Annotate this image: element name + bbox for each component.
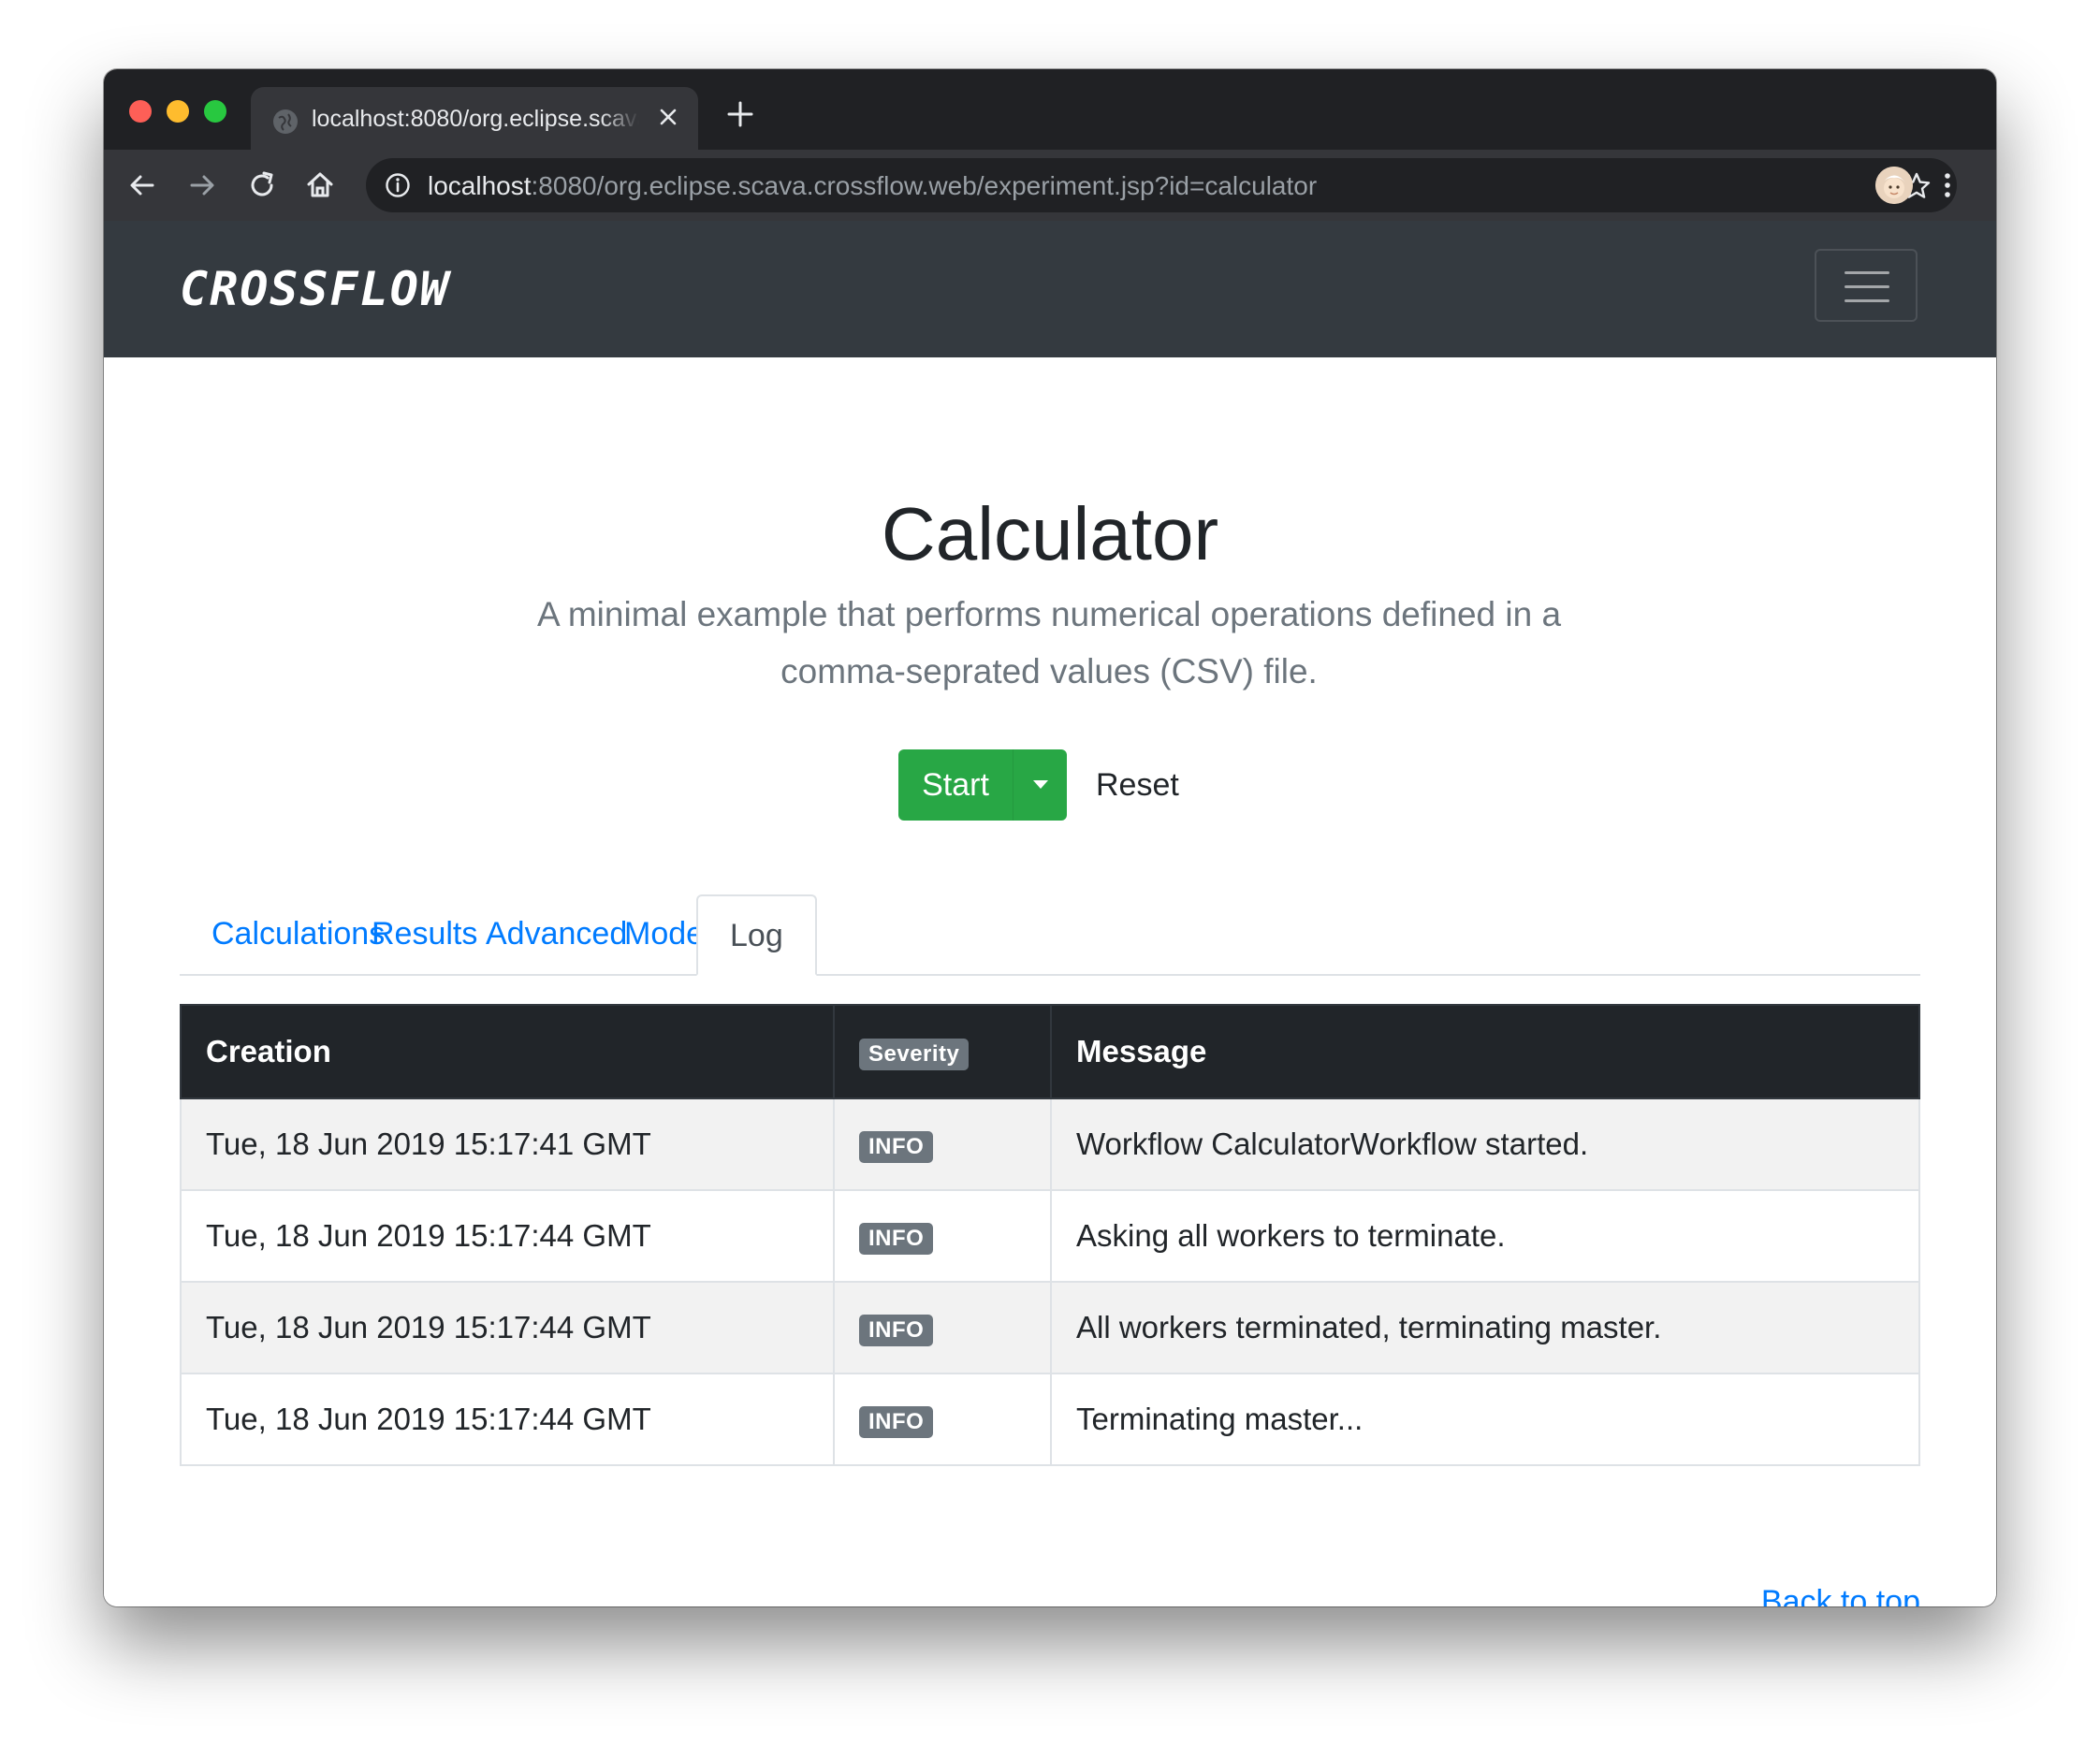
url-path: :8080/org.eclipse.scava.crossflow.web/ex…	[531, 171, 1318, 200]
cell-message: Terminating master...	[1050, 1373, 1920, 1466]
column-header-message: Message	[1050, 1004, 1920, 1099]
back-to-top-link[interactable]: Back to top	[1695, 1584, 1920, 1606]
subtitle-line-1: A minimal example that performs numerica…	[536, 595, 1562, 633]
window-minimize-button[interactable]	[167, 100, 189, 123]
tab-log[interactable]: Log	[696, 894, 817, 976]
cell-creation: Tue, 18 Jun 2019 15:17:44 GMT	[180, 1281, 835, 1374]
severity-header-badge: Severity	[859, 1039, 970, 1070]
globe-icon	[273, 109, 298, 134]
brand-logo[interactable]: CROSSFLOW	[180, 264, 450, 314]
status-badge: INFO	[859, 1223, 934, 1255]
screenshot-stage: localhost:8080/org.eclipse.scava.crossfl…	[0, 0, 2100, 1744]
hamburger-icon[interactable]	[1815, 249, 1918, 322]
experiment-tabs: Calculations Results Advanced Model Log	[180, 894, 1920, 976]
tab-title: localhost:8080/org.eclipse.scava.crossfl…	[312, 106, 639, 132]
table-header-row: Creation Severity Message	[180, 1004, 1920, 1099]
table-row: Tue, 18 Jun 2019 15:17:44 GMT INFO Termi…	[180, 1373, 1920, 1466]
reload-icon[interactable]	[244, 167, 280, 203]
kebab-menu-icon[interactable]	[1938, 167, 1957, 203]
avatar-icon[interactable]	[1875, 167, 1913, 204]
status-badge: INFO	[859, 1131, 934, 1163]
cell-severity: INFO	[833, 1281, 1052, 1374]
browser-window: localhost:8080/org.eclipse.scava.crossfl…	[104, 69, 1996, 1606]
column-header-severity: Severity	[833, 1004, 1052, 1099]
cell-message: Workflow CalculatorWorkflow started.	[1050, 1097, 1920, 1191]
window-maximize-button[interactable]	[204, 100, 226, 123]
start-button-group: Start	[898, 749, 1067, 821]
browser-toolbar: localhost:8080/org.eclipse.scava.crossfl…	[104, 150, 1996, 221]
cell-creation: Tue, 18 Jun 2019 15:17:44 GMT	[180, 1373, 835, 1466]
start-button[interactable]: Start	[898, 749, 1013, 821]
tab-strip: localhost:8080/org.eclipse.scava.crossfl…	[104, 69, 1996, 150]
window-close-button[interactable]	[129, 100, 152, 123]
cell-severity: INFO	[833, 1373, 1052, 1466]
cell-creation: Tue, 18 Jun 2019 15:17:44 GMT	[180, 1189, 835, 1283]
table-row: Tue, 18 Jun 2019 15:17:41 GMT INFO Workf…	[180, 1097, 1920, 1191]
status-badge: INFO	[859, 1315, 934, 1346]
caret-down-icon[interactable]	[1013, 749, 1067, 821]
cell-severity: INFO	[833, 1097, 1052, 1191]
cell-severity: INFO	[833, 1189, 1052, 1283]
status-badge: INFO	[859, 1406, 934, 1438]
home-icon[interactable]	[302, 167, 338, 203]
web-page: CROSSFLOW Calculator A minimal example t…	[104, 221, 1996, 1606]
log-table: Creation Severity Message Tue, 18 Jun 20…	[180, 1004, 1920, 1466]
address-bar[interactable]: localhost:8080/org.eclipse.scava.crossfl…	[366, 158, 1957, 212]
subtitle-line-2: comma-seprated values (CSV) file.	[780, 652, 1318, 690]
forward-arrow-icon[interactable]	[184, 167, 220, 203]
plus-icon[interactable]	[723, 97, 757, 131]
back-arrow-icon[interactable]	[124, 167, 160, 203]
close-icon[interactable]	[653, 102, 683, 132]
cell-message: All workers terminated, terminating mast…	[1050, 1281, 1920, 1374]
page-subtitle: A minimal example that performs numerica…	[441, 586, 1657, 700]
cell-message: Asking all workers to terminate.	[1050, 1189, 1920, 1283]
browser-tab[interactable]: localhost:8080/org.eclipse.scava.crossfl…	[251, 87, 698, 150]
column-header-creation: Creation	[180, 1004, 835, 1099]
page-title: Calculator	[881, 492, 1219, 575]
url-text: localhost:8080/org.eclipse.scava.crossfl…	[428, 171, 1317, 201]
cell-creation: Tue, 18 Jun 2019 15:17:41 GMT	[180, 1097, 835, 1191]
info-icon[interactable]	[385, 172, 411, 198]
reset-button[interactable]: Reset	[1096, 749, 1179, 821]
table-row: Tue, 18 Jun 2019 15:17:44 GMT INFO Askin…	[180, 1189, 1920, 1283]
table-row: Tue, 18 Jun 2019 15:17:44 GMT INFO All w…	[180, 1281, 1920, 1374]
url-host: localhost	[428, 171, 532, 200]
site-navbar: CROSSFLOW	[104, 221, 1996, 357]
